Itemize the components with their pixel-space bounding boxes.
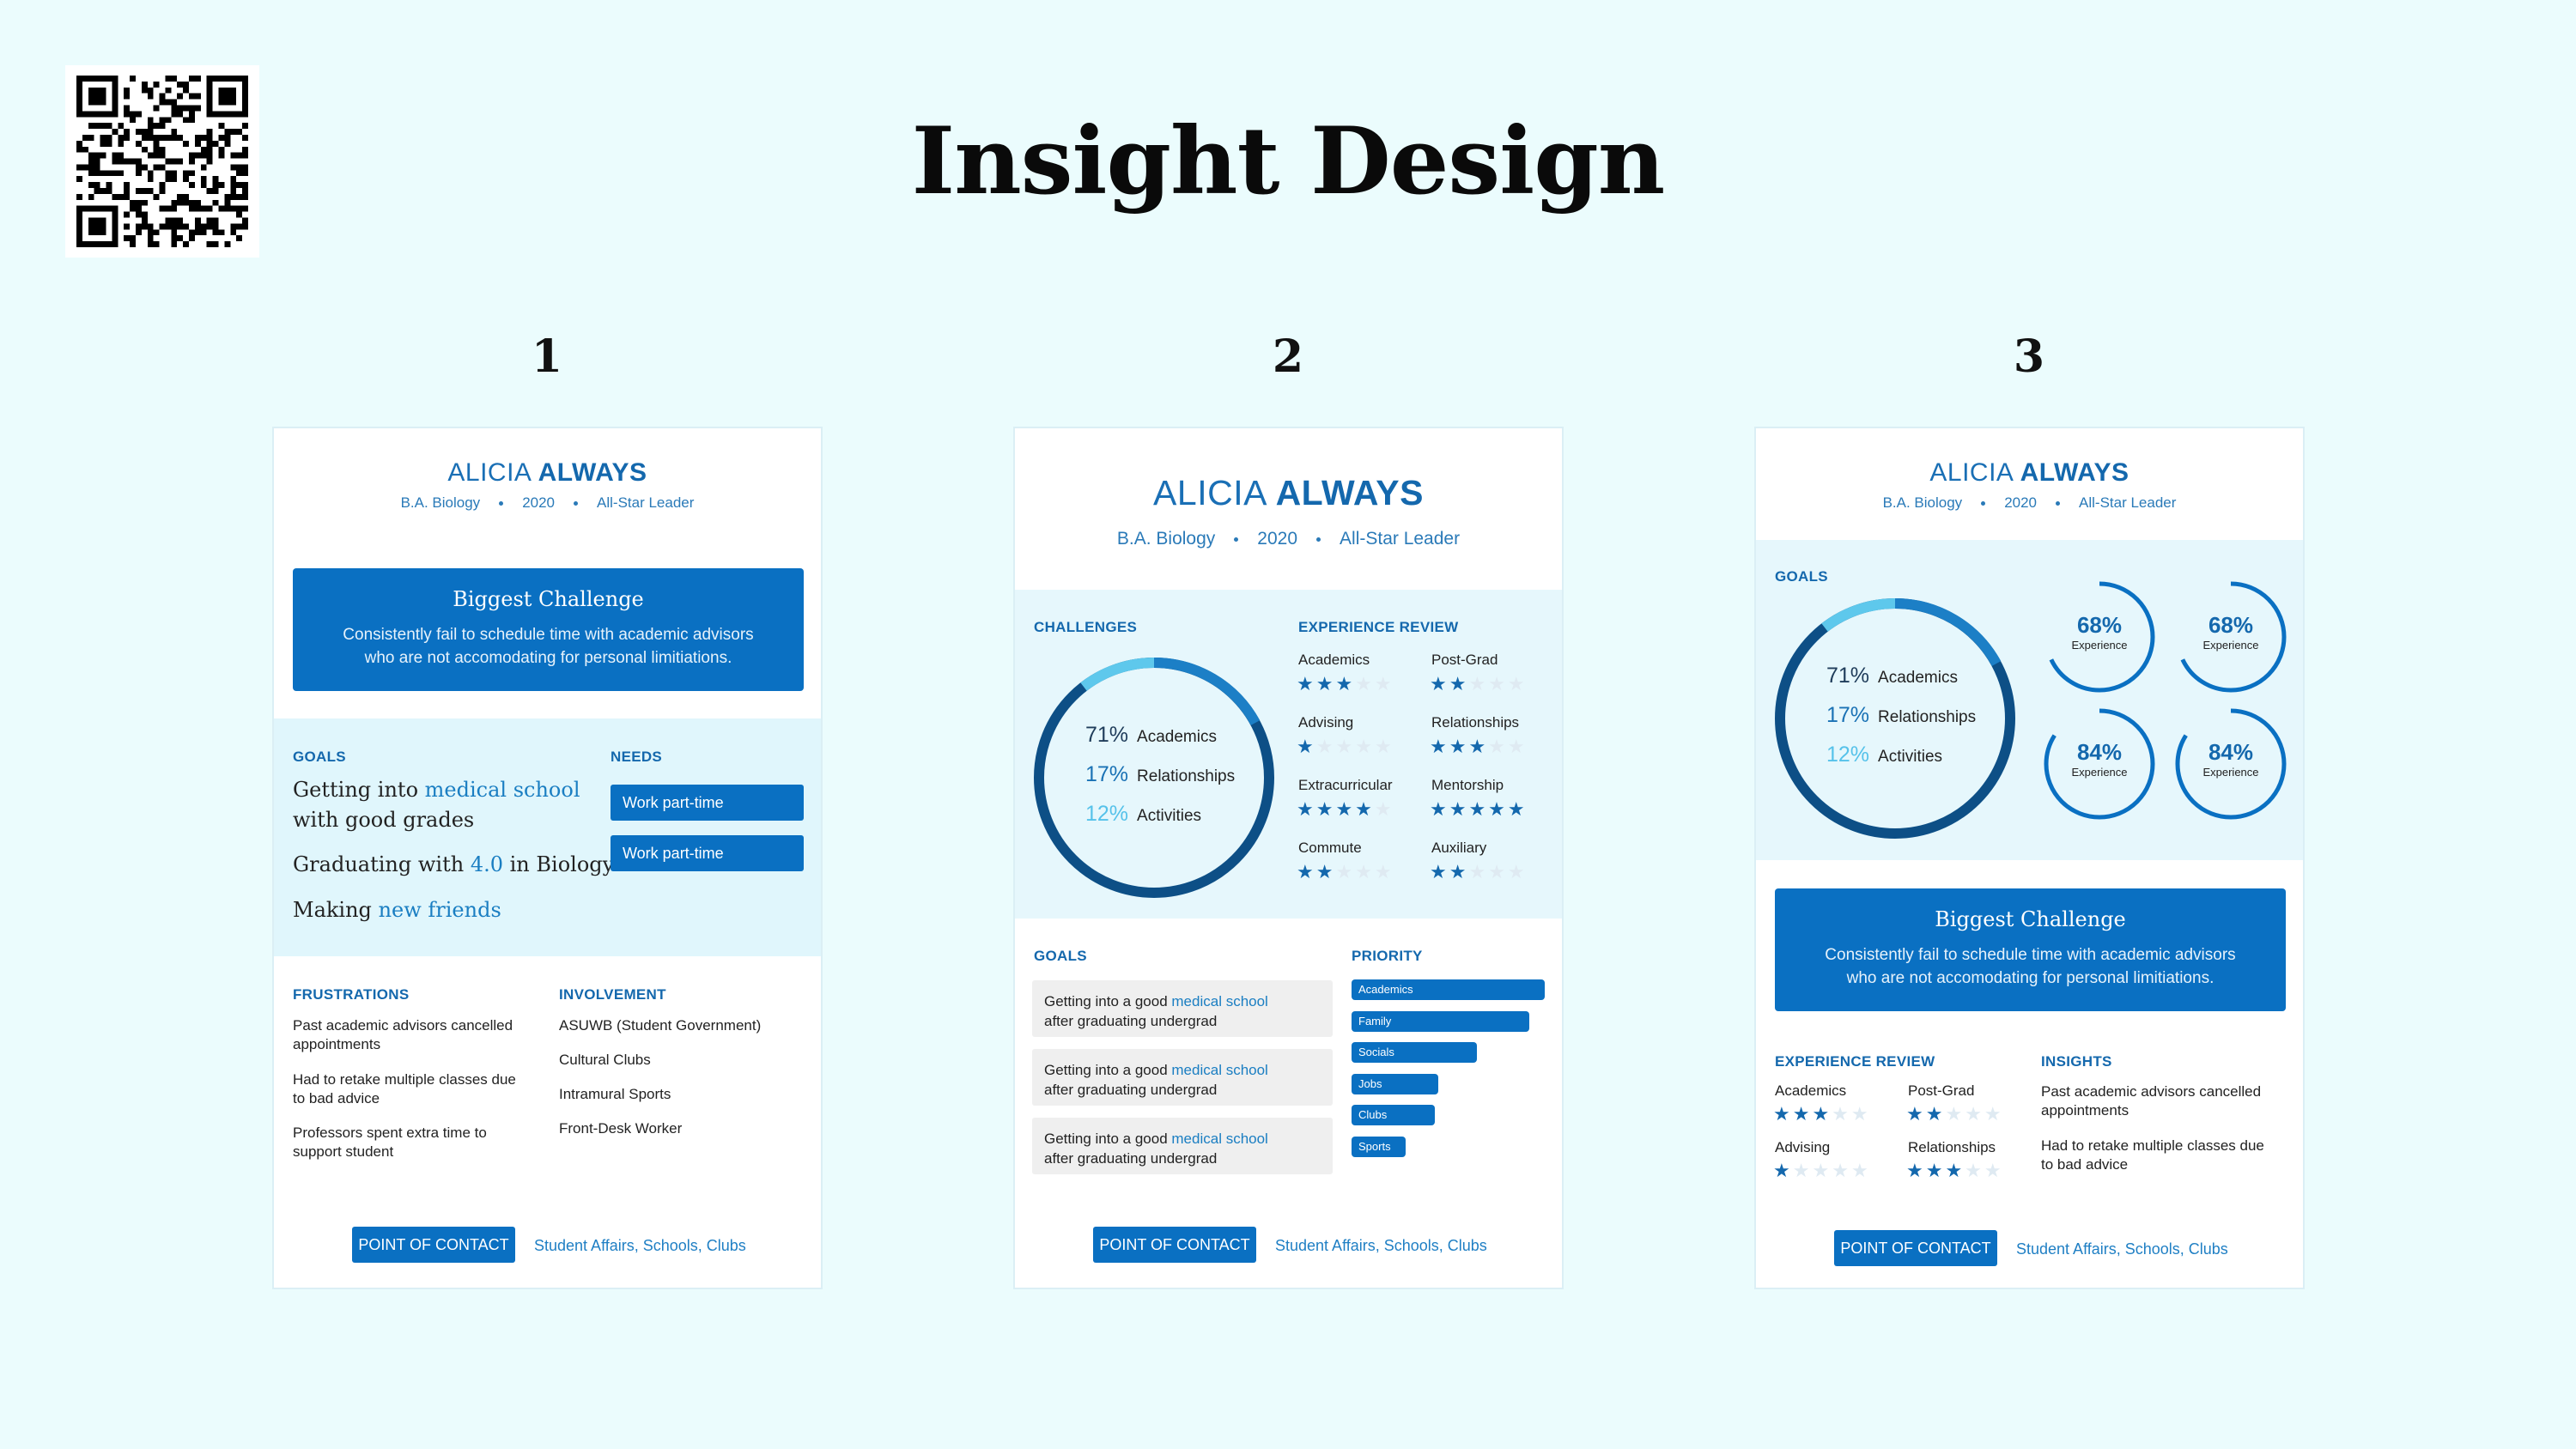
page-title: Insight Design (911, 107, 1666, 215)
priority-label: PRIORITY (1352, 948, 1423, 964)
star-rating: ★★★★★ (1906, 1103, 2004, 1125)
priority-bar-jobs: Jobs (1352, 1073, 1439, 1094)
legend-relationships: 17% Relationships (1826, 703, 1977, 727)
star-rating: ★★★★★ (1297, 736, 1394, 757)
persona-name: ALICIA ALWAYS (1929, 458, 2129, 487)
review-label: Post-Grad (1908, 1082, 1975, 1099)
review-label: Advising (1298, 714, 1354, 731)
goal-2: Graduating with 4.0 in Biology (293, 852, 615, 876)
experience-review-label: EXPERIENCE REVIEW (1298, 619, 1459, 635)
insights-label: INSIGHTS (2041, 1053, 2112, 1070)
review-label: Auxiliary (1431, 840, 1487, 856)
star-rating: ★★★★★ (1297, 798, 1394, 820)
option-number-1: 1 (531, 330, 563, 383)
challenge-title: Biggest Challenge (1935, 907, 2126, 931)
priority-bar-sports: Sports (1352, 1136, 1406, 1157)
star-rating: ★★★★★ (1773, 1160, 1871, 1181)
legend-relationships: 17% Relationships (1085, 762, 1236, 786)
persona-subline: B.A. Biology 2020 All-Star Leader (1116, 529, 1461, 549)
experience-ring-label: 84% Experience (2202, 739, 2259, 779)
point-of-contact-button[interactable]: POINT OF CONTACT (352, 1227, 515, 1263)
need-2: Work part-time (611, 835, 804, 871)
experience-ring-label: 68% Experience (2071, 612, 2128, 652)
experience-review-label: EXPERIENCE REVIEW (1775, 1053, 1935, 1070)
legend-activities: 12% Activities (1085, 802, 1202, 826)
contact-link[interactable]: Student Affairs, Schools, Clubs (2016, 1240, 2228, 1258)
star-rating: ★★★★★ (1430, 673, 1528, 694)
involvement-2: Cultural Clubs (559, 1052, 651, 1068)
priority-bar-academics: Academics (1352, 979, 1545, 1000)
review-label: Academics (1775, 1082, 1847, 1099)
review-label: Advising (1775, 1139, 1831, 1155)
persona-subline: B.A. Biology 2020 All-Star Leader (1882, 494, 2177, 511)
persona-subline: B.A. Biology 2020 All-Star Leader (400, 494, 695, 511)
experience-ring-label: 84% Experience (2071, 739, 2128, 779)
biggest-challenge-box: Biggest Challenge Consistently fail to s… (1775, 888, 2286, 1011)
contact-link[interactable]: Student Affairs, Schools, Clubs (534, 1237, 746, 1255)
goal-1: Getting into medical school with good gra… (293, 778, 580, 832)
involvement-4: Front-Desk Worker (559, 1120, 683, 1137)
goals-label: GOALS (293, 749, 346, 765)
star-rating: ★★★★★ (1297, 673, 1394, 694)
goal-card-3: Getting into a good medical school after … (1032, 1118, 1333, 1174)
review-label: Extracurricular (1298, 777, 1393, 793)
point-of-contact-button[interactable]: POINT OF CONTACT (1093, 1227, 1256, 1263)
review-label: Relationships (1431, 714, 1520, 731)
priority-bar-socials: Socials (1352, 1042, 1478, 1063)
star-rating: ★★★★★ (1773, 1103, 1871, 1125)
experience-ring-label: 68% Experience (2202, 612, 2259, 652)
goal-card-2: Getting into a good medical school after … (1032, 1049, 1333, 1106)
goal-card-1: Getting into a good medical school after … (1032, 980, 1333, 1037)
option-number-3: 3 (2013, 330, 2045, 383)
point-of-contact-button[interactable]: POINT OF CONTACT (1834, 1230, 1997, 1266)
need-1: Work part-time (611, 785, 804, 821)
review-label: Relationships (1908, 1139, 1996, 1155)
priority-bar-clubs: Clubs (1352, 1105, 1435, 1125)
contact-link[interactable]: Student Affairs, Schools, Clubs (1275, 1237, 1487, 1255)
review-label: Mentorship (1431, 777, 1504, 793)
needs-label: NEEDS (611, 749, 663, 765)
insight-1: Past academic advisors cancelled appointm… (2041, 1083, 2262, 1119)
persona-card-3: ALICIA ALWAYS B.A. Biology 2020 All-Star L… (1754, 427, 2305, 1289)
frustration-3: Professors spent extra time to support st… (293, 1125, 487, 1160)
star-rating: ★★★★★ (1430, 798, 1528, 820)
priority-bar-family: Family (1352, 1010, 1529, 1032)
involvement-3: Intramural Sports (559, 1086, 671, 1102)
goal-3: Making new friends (293, 898, 501, 922)
involvement-label: INVOLVEMENT (559, 986, 666, 1003)
goals-label: GOALS (1034, 948, 1087, 964)
frustration-1: Past academic advisors cancelled appointm… (293, 1017, 513, 1052)
review-label: Commute (1298, 840, 1362, 856)
persona-name: ALICIA ALWAYS (447, 458, 647, 487)
biggest-challenge-box: Biggest Challenge Consistently fail to s… (293, 568, 804, 691)
star-rating: ★★★★★ (1430, 736, 1528, 757)
challenge-title: Biggest Challenge (453, 587, 644, 611)
insight-2: Had to retake multiple classes due to bad… (2041, 1137, 2264, 1173)
challenges-label: CHALLENGES (1034, 619, 1138, 635)
persona-card-2: ALICIA ALWAYS B.A. Biology 2020 All-Star L… (1013, 427, 1564, 1289)
review-label: Post-Grad (1431, 652, 1498, 668)
legend-activities: 12% Activities (1826, 743, 1943, 767)
frustrations-label: FRUSTRATIONS (293, 986, 410, 1003)
star-rating: ★★★★★ (1906, 1160, 2004, 1181)
review-label: Academics (1298, 652, 1370, 668)
goals-label: GOALS (1775, 568, 1828, 585)
option-number-2: 2 (1272, 330, 1304, 383)
star-rating: ★★★★★ (1297, 861, 1394, 882)
frustration-2: Had to retake multiple classes due to bad… (293, 1071, 516, 1106)
persona-name: ALICIA ALWAYS (1153, 473, 1424, 512)
legend-academics: 71% Academics (1826, 664, 1958, 688)
star-rating: ★★★★★ (1430, 861, 1528, 882)
legend-academics: 71% Academics (1085, 723, 1217, 747)
involvement-1: ASUWB (Student Government) (559, 1017, 762, 1034)
persona-card-1: ALICIA ALWAYS B.A. Biology 2020 All-Star L… (272, 427, 823, 1289)
